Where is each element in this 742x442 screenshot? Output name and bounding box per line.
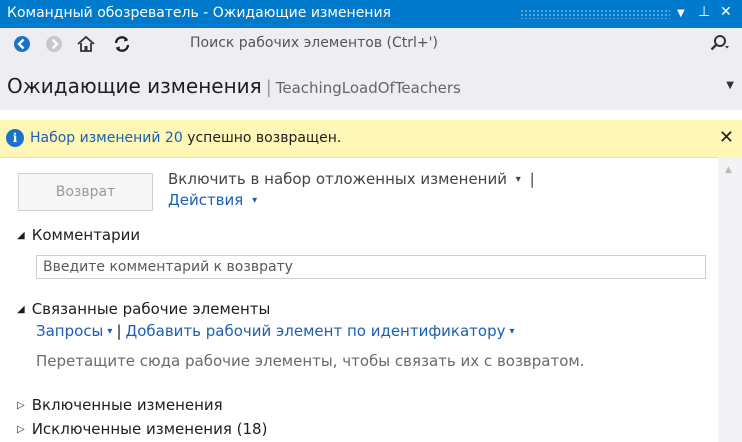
related-links-row: Запросы ▾ | Добавить рабочий элемент по иде… [36,322,515,340]
section-related-label: Связанные рабочие элементы [31,300,271,318]
collapsed-triangle-icon: ▷ [17,424,25,435]
page-title-text: Ожидающие изменения [7,74,262,98]
changeset-link[interactable]: Набор изменений 20 [30,130,183,146]
shelve-dropdown-icon[interactable]: ▾ [516,174,521,185]
titlebar-grip[interactable] [520,9,670,19]
queries-dropdown-icon[interactable]: ▾ [107,326,112,337]
forward-arrow-icon[interactable] [44,34,64,54]
add-by-id-dropdown-icon[interactable]: ▾ [509,326,514,337]
vertical-scrollbar[interactable]: ▲ [718,157,742,442]
page-header: Ожидающие изменения | TeachingLoadOfTeache… [0,60,742,110]
notification-text: успешно возвращен. [182,130,342,146]
section-included-label: Включенные изменения [31,396,223,414]
close-icon[interactable]: ✕ [720,4,732,20]
home-icon[interactable] [76,34,96,54]
back-arrow-icon[interactable] [12,34,32,54]
dismiss-notification-icon[interactable]: ✕ [719,127,734,148]
section-related-header[interactable]: ◢ Связанные рабочие элементы [17,300,270,318]
expanded-triangle-icon: ◢ [17,230,25,241]
actions-menu[interactable]: Действия ▾ [168,191,257,209]
page-title: Ожидающие изменения | TeachingLoadOfTeache… [7,74,461,98]
section-comments-header[interactable]: ◢ Комментарии [17,226,140,244]
add-by-id-link[interactable]: Добавить рабочий элемент по идентификато… [126,322,506,340]
shelve-label[interactable]: Включить в набор отложенных изменений [168,170,507,188]
info-icon: i [6,129,24,147]
section-excluded-header[interactable]: ▷ Исключенные изменения (18) [17,420,267,438]
section-excluded-label: Исключенные изменения (18) [31,420,268,438]
navigation-toolbar: Поиск рабочих элементов (Ctrl+') [0,28,742,61]
actions-label[interactable]: Действия [168,191,243,209]
notification-message: Набор изменений 20 успешно возвращен. [30,130,341,146]
chevron-down-icon[interactable]: ▼ [726,80,734,91]
project-name[interactable]: TeachingLoadOfTeachers [276,79,461,97]
related-drop-hint: Перетащите сюда рабочие элементы, чтобы … [36,352,585,370]
shelve-link[interactable]: Включить в набор отложенных изменений ▾ … [168,170,535,188]
collapsed-triangle-icon: ▷ [17,400,25,411]
window-title: Командный обозреватель - Ожидающие измен… [7,5,391,21]
refresh-icon[interactable] [112,34,132,54]
window-dropdown-icon[interactable]: ▼ [677,8,685,19]
title-separator: | [265,77,272,98]
search-input[interactable]: Поиск рабочих элементов (Ctrl+') [190,35,438,51]
links-separator: | [116,322,122,340]
expanded-triangle-icon: ◢ [17,304,25,315]
section-included-header[interactable]: ▷ Включенные изменения [17,396,223,414]
queries-link[interactable]: Запросы [36,322,103,340]
actions-dropdown-icon[interactable]: ▾ [252,195,257,206]
window-titlebar: Командный обозреватель - Ожидающие измен… [0,0,742,28]
comment-input[interactable]: Введите комментарий к возврату [36,255,706,279]
success-notification: i Набор изменений 20 успешно возвращен. … [0,120,742,158]
scroll-up-icon[interactable]: ▲ [725,165,732,175]
pin-icon[interactable]: ⊥ [698,4,710,20]
shelve-separator: | [529,170,535,188]
checkin-button[interactable]: Возврат [18,173,153,211]
section-comments-label: Комментарии [31,226,141,244]
search-icon[interactable] [708,32,730,59]
